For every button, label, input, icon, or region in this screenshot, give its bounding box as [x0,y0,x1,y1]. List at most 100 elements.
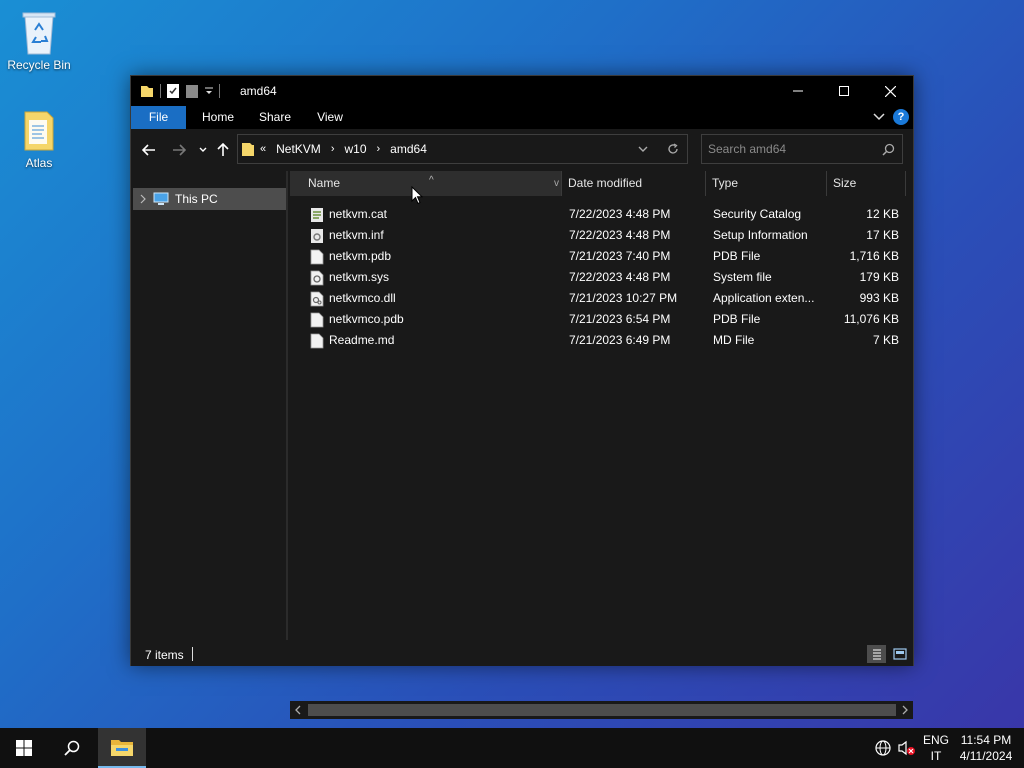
large-icons-view-icon [892,648,907,660]
desktop-icon-recycle-bin[interactable]: Recycle Bin [4,8,74,72]
tab-view[interactable]: View [307,106,353,129]
tab-file[interactable]: File [131,106,186,129]
properties-icon[interactable] [166,83,180,99]
file-row[interactable]: Readme.md 7/21/2023 6:49 PM MD File 7 KB [290,330,913,351]
start-button[interactable] [0,728,48,768]
horizontal-scrollbar[interactable] [290,701,913,719]
breadcrumb-amd64[interactable]: amd64 [390,135,427,163]
tab-share[interactable]: Share [250,106,300,129]
chevron-right-icon[interactable] [139,194,147,204]
file-name: netkvmco.pdb [329,312,404,326]
help-button[interactable]: ? [893,109,909,125]
input-language-indicator[interactable]: ENG IT [920,732,952,764]
chevron-down-icon[interactable]: v [554,171,559,196]
desktop-icon-label: Recycle Bin [7,58,71,72]
sort-ascending-icon: ^ [429,175,434,186]
file-row[interactable]: netkvm.inf 7/22/2023 4:48 PM Setup Infor… [290,225,913,246]
desktop-icon-atlas[interactable]: Atlas [4,108,74,170]
column-header-name[interactable]: ^ Name v [290,171,562,196]
file-size: 179 KB [859,270,899,284]
up-button[interactable] [213,140,233,160]
file-size: 1,716 KB [849,249,899,263]
file-type: Security Catalog [713,207,802,221]
scroll-right-icon[interactable] [901,705,909,715]
details-view-button[interactable] [867,645,886,663]
scrollbar-thumb[interactable] [308,704,896,716]
taskbar: ENG IT 11:54 PM 4/11/2024 [0,728,1024,768]
breadcrumb-netkvm[interactable]: NetKVM [276,135,321,163]
large-icons-view-button[interactable] [890,645,909,663]
details-view-icon [872,649,881,660]
file-list: ^ Name v Date modified Type Size netkvm.… [290,171,913,719]
breadcrumb-overflow[interactable]: « [260,135,266,163]
search-icon[interactable] [882,143,895,156]
computer-icon [153,192,169,205]
search-icon [64,740,80,756]
address-bar[interactable]: « NetKVM › w10 › amd64 [237,134,688,164]
minimize-button[interactable] [775,76,821,106]
file-name: Readme.md [329,333,395,347]
file-size: 993 KB [859,291,899,305]
breadcrumb-w10[interactable]: w10 [344,135,366,163]
new-folder-icon[interactable] [185,83,199,99]
network-globe-icon[interactable] [874,739,892,757]
close-icon [884,85,896,97]
status-divider [192,647,193,661]
nav-item-this-pc[interactable]: This PC [133,188,286,210]
file-name: netkvm.sys [329,270,390,284]
file-row[interactable]: netkvm.cat 7/22/2023 4:48 PM Security Ca… [290,204,913,225]
file-icon [310,333,324,349]
file-date: 7/21/2023 10:27 PM [569,291,678,305]
file-row[interactable]: netkvmco.pdb 7/21/2023 6:54 PM PDB File … [290,309,913,330]
setup-info-icon [311,229,323,243]
column-header-size[interactable]: Size [827,171,906,196]
breadcrumb-separator[interactable]: › [377,135,381,163]
search-button[interactable] [48,728,96,768]
column-header-date[interactable]: Date modified [562,171,706,196]
scroll-left-icon[interactable] [294,705,302,715]
file-name: netkvmco.dll [329,291,396,305]
tab-home[interactable]: Home [193,106,243,129]
forward-button[interactable] [169,140,189,160]
arrow-up-icon [217,143,229,156]
file-type: Application exten... [713,291,815,305]
item-count: 7 items [145,648,184,662]
keyboard-layout: IT [930,749,942,763]
recent-locations-button[interactable] [193,140,213,160]
navigation-bar: « NetKVM › w10 › amd64 [131,129,913,171]
folder-icon [141,86,153,97]
file-type: PDB File [713,249,761,263]
file-date: 7/22/2023 4:48 PM [569,207,671,221]
title-bar[interactable]: amd64 [131,76,913,106]
folder-icon [24,111,54,151]
search-box[interactable] [701,134,903,164]
system-clock[interactable]: 11:54 PM 4/11/2024 [952,732,1020,764]
customize-qat-icon[interactable] [204,85,214,97]
file-icon [310,312,324,328]
breadcrumb-separator[interactable]: › [331,135,335,163]
file-icon [310,249,324,265]
dll-file-icon [310,291,324,307]
file-type: MD File [713,333,755,347]
file-rows: netkvm.cat 7/22/2023 4:48 PM Security Ca… [290,204,913,351]
file-row[interactable]: netkvm.pdb 7/21/2023 7:40 PM PDB File 1,… [290,246,913,267]
search-input[interactable] [708,140,878,158]
back-button[interactable] [139,140,159,160]
navigation-pane: This PC [131,171,288,640]
column-label: Name [308,176,341,190]
taskbar-file-explorer[interactable] [98,728,146,768]
file-size: 11,076 KB [843,312,899,326]
file-row[interactable]: netkvm.sys 7/22/2023 4:48 PM System file… [290,267,913,288]
close-button[interactable] [867,76,913,106]
refresh-icon[interactable] [667,143,679,155]
chevron-down-icon [199,147,207,152]
maximize-button[interactable] [821,76,867,106]
chevron-down-icon[interactable] [638,146,648,153]
volume-muted-icon[interactable] [898,740,916,756]
folder-icon [242,143,254,156]
file-row[interactable]: netkvmco.dll 7/21/2023 10:27 PM Applicat… [290,288,913,309]
column-header-type[interactable]: Type [706,171,827,196]
clock-time: 11:54 PM [960,733,1012,747]
column-headers: ^ Name v Date modified Type Size [290,171,913,196]
expand-ribbon-icon[interactable] [873,112,885,122]
